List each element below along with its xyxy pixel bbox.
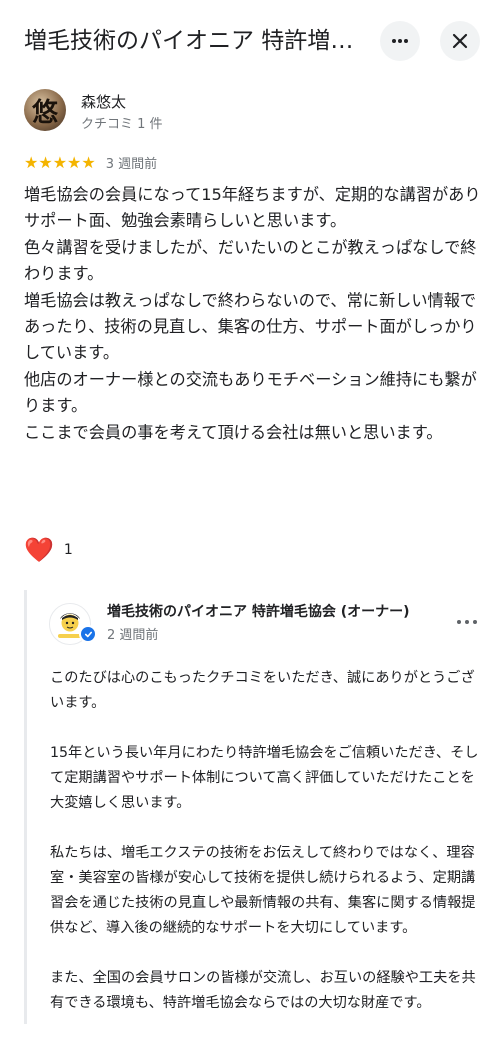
reviewer-name[interactable]: 森悠太	[81, 91, 126, 112]
star-rating-icon: ★★★★★	[24, 152, 96, 172]
owner-reply: 増毛技術のパイオニア 特許増毛協会 (オーナー) 2 週間前 このたびは心のこも…	[24, 590, 503, 1024]
more-horizontal-icon	[457, 620, 477, 624]
reply-paragraph: このたびは心のこもったクチコミをいただき、誠にありがとうございます。	[50, 670, 475, 711]
rating-row: ★★★★★ 3 週間前	[24, 151, 157, 173]
verified-badge-icon	[79, 625, 97, 643]
avatar[interactable]: 悠	[24, 89, 66, 131]
reaction-button[interactable]: ❤️ 1	[24, 535, 73, 565]
reviewer-info[interactable]: 悠 森悠太 クチコミ 1 件	[24, 89, 484, 133]
more-options-button[interactable]	[380, 21, 420, 61]
review-date: 3 週間前	[105, 156, 158, 172]
close-icon	[452, 33, 468, 49]
reply-paragraph: 15年という長い年月にわたり特許増毛協会をご信頼いただき、そして定期講習やサポー…	[50, 745, 479, 811]
owner-reply-text: このたびは心のこもったクチコミをいただき、誠にありがとうございます。 15年とい…	[50, 666, 480, 1041]
avatar-text: 悠	[31, 97, 58, 128]
owner-more-button[interactable]	[452, 610, 482, 634]
reply-paragraph: 私たちは、増毛エクステの技術をお伝えして終わりではなく、理容室・美容室の皆様が安…	[50, 845, 476, 936]
reviewer-review-count: クチコミ 1 件	[81, 117, 163, 132]
heart-icon: ❤️	[24, 536, 54, 564]
header: 増毛技術のパイオニア 特許増毛協会（オーナー）	[0, 0, 503, 82]
close-button[interactable]	[440, 21, 480, 61]
review-text: 増毛協会の会員になって15年経ちますが、定期的な講習がありサポート面、勉強会素晴…	[24, 185, 481, 442]
page-title: 増毛技術のパイオニア 特許増毛協会（オーナー）	[24, 28, 374, 54]
owner-reply-date: 2 週間前	[107, 628, 159, 643]
reaction-count: 1	[63, 542, 73, 558]
more-horizontal-icon	[392, 39, 408, 43]
reply-paragraph: また、全国の会員サロンの皆様が交流し、お互いの経験や工夫を共有できる環境も、特許…	[50, 970, 476, 1011]
owner-name[interactable]: 増毛技術のパイオニア 特許増毛協会 (オーナー)	[107, 601, 437, 621]
